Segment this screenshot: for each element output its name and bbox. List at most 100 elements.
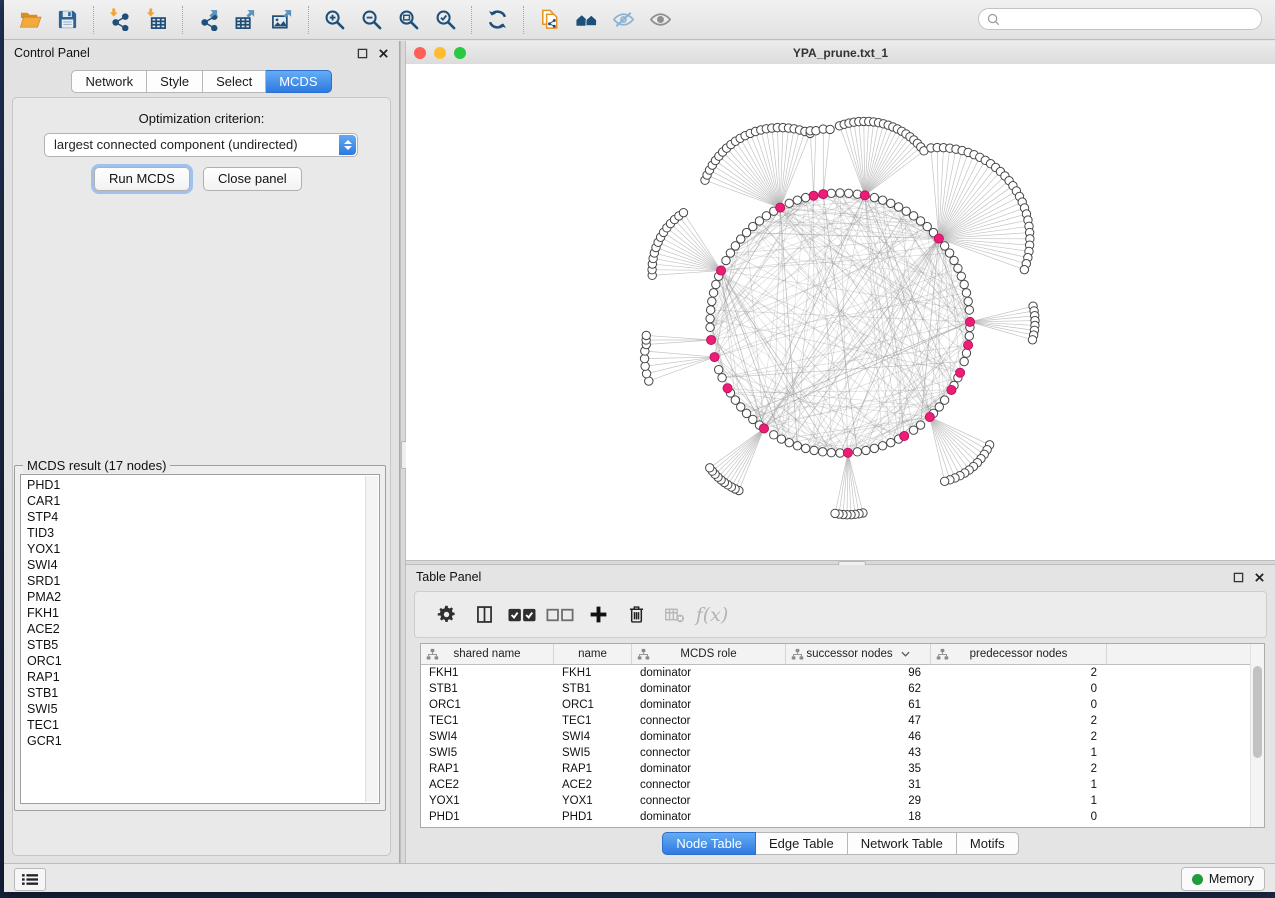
graph-node[interactable] bbox=[785, 199, 793, 207]
table-row[interactable]: ORC1ORC1dominator610 bbox=[421, 697, 1264, 713]
graph-node[interactable] bbox=[679, 208, 687, 216]
mcds-result-item[interactable]: RAP1 bbox=[21, 669, 365, 685]
graph-node[interactable] bbox=[641, 362, 649, 370]
table-scrollbar[interactable] bbox=[1250, 644, 1264, 827]
mcds-result-item[interactable]: CAR1 bbox=[21, 493, 365, 509]
graph-node[interactable] bbox=[962, 289, 970, 297]
graph-node[interactable] bbox=[708, 297, 716, 305]
zoom-out-button[interactable] bbox=[353, 4, 390, 36]
graph-node[interactable] bbox=[965, 332, 973, 340]
save-button[interactable] bbox=[49, 4, 86, 36]
graph-node[interactable] bbox=[960, 357, 968, 365]
graph-node-mcds[interactable] bbox=[934, 234, 943, 243]
table-row[interactable]: YOX1YOX1connector291 bbox=[421, 793, 1264, 809]
graph-node[interactable] bbox=[709, 289, 717, 297]
graph-node[interactable] bbox=[894, 203, 902, 211]
graph-node[interactable] bbox=[965, 306, 973, 314]
graph-node-mcds[interactable] bbox=[964, 341, 973, 350]
graph-node-mcds[interactable] bbox=[707, 335, 716, 344]
export-network-button[interactable] bbox=[190, 4, 227, 36]
graph-node[interactable] bbox=[810, 446, 818, 454]
graph-node[interactable] bbox=[827, 449, 835, 457]
mcds-result-item[interactable]: STB5 bbox=[21, 637, 365, 653]
mcds-result-item[interactable]: SWI5 bbox=[21, 701, 365, 717]
graph-node[interactable] bbox=[1020, 265, 1028, 273]
table-row[interactable]: RAP1RAP1dominator352 bbox=[421, 761, 1264, 777]
graph-node[interactable] bbox=[870, 444, 878, 452]
graph-node[interactable] bbox=[793, 196, 801, 204]
apply-layout-button[interactable] bbox=[479, 4, 516, 36]
graph-node[interactable] bbox=[960, 280, 968, 288]
mcds-result-item[interactable]: STB1 bbox=[21, 685, 365, 701]
column-header-shared-name[interactable]: shared name bbox=[421, 644, 554, 664]
export-image-button[interactable] bbox=[264, 4, 301, 36]
show-columns-button[interactable] bbox=[467, 600, 501, 630]
search-input[interactable] bbox=[1006, 9, 1261, 29]
mcds-result-item[interactable]: YOX1 bbox=[21, 541, 365, 557]
select-all-checkboxes-button[interactable] bbox=[505, 600, 539, 630]
settings-gear-button[interactable] bbox=[429, 600, 463, 630]
import-network-button[interactable] bbox=[101, 4, 138, 36]
graph-node[interactable] bbox=[762, 212, 770, 220]
graph-node-mcds[interactable] bbox=[843, 448, 852, 457]
column-header-predecessor-nodes[interactable]: predecessor nodes bbox=[931, 644, 1107, 664]
graph-node[interactable] bbox=[870, 193, 878, 201]
graph-node-mcds[interactable] bbox=[716, 266, 725, 275]
graph-node[interactable] bbox=[642, 331, 650, 339]
table-row[interactable]: PHD1PHD1dominator180 bbox=[421, 809, 1264, 825]
open-file-button[interactable] bbox=[12, 4, 49, 36]
graph-node[interactable] bbox=[887, 438, 895, 446]
mcds-list-scrollbar[interactable] bbox=[365, 476, 378, 802]
tab-node-table[interactable]: Node Table bbox=[662, 832, 756, 855]
mcds-result-item[interactable]: SWI4 bbox=[21, 557, 365, 573]
zoom-selected-button[interactable] bbox=[427, 4, 464, 36]
hide-selected-button[interactable] bbox=[605, 4, 642, 36]
graph-node-mcds[interactable] bbox=[925, 412, 934, 421]
table-row[interactable]: SWI5SWI5connector431 bbox=[421, 745, 1264, 761]
graph-node[interactable] bbox=[878, 196, 886, 204]
table-row[interactable]: ACE2ACE2connector311 bbox=[421, 777, 1264, 793]
graph-node[interactable] bbox=[950, 256, 958, 264]
memory-button[interactable]: Memory bbox=[1181, 867, 1265, 891]
graph-node[interactable] bbox=[962, 349, 970, 357]
graph-node-mcds[interactable] bbox=[965, 317, 974, 326]
graph-node[interactable] bbox=[785, 438, 793, 446]
graph-node[interactable] bbox=[940, 477, 948, 485]
graph-node[interactable] bbox=[957, 272, 965, 280]
mcds-result-item[interactable]: FKH1 bbox=[21, 605, 365, 621]
tab-network-table[interactable]: Network Table bbox=[848, 832, 957, 855]
table-row[interactable]: TEC1TEC1connector472 bbox=[421, 713, 1264, 729]
mcds-result-item[interactable]: ACE2 bbox=[21, 621, 365, 637]
graph-node[interactable] bbox=[1028, 336, 1036, 344]
graph-node[interactable] bbox=[844, 189, 852, 197]
float-panel-icon[interactable] bbox=[357, 48, 368, 59]
mcds-result-item[interactable]: SRD1 bbox=[21, 573, 365, 589]
table-row[interactable]: FKH1FKH1dominator962 bbox=[421, 665, 1264, 681]
tab-select[interactable]: Select bbox=[203, 70, 266, 93]
graph-node[interactable] bbox=[706, 323, 714, 331]
column-header-name[interactable]: name bbox=[554, 644, 632, 664]
add-column-button[interactable] bbox=[581, 600, 615, 630]
zoom-in-button[interactable] bbox=[316, 4, 353, 36]
graph-node[interactable] bbox=[836, 449, 844, 457]
graph-node[interactable] bbox=[945, 249, 953, 257]
tab-mcds[interactable]: MCDS bbox=[266, 70, 331, 93]
graph-node[interactable] bbox=[909, 426, 917, 434]
graph-node-mcds[interactable] bbox=[809, 191, 818, 200]
zoom-fit-button[interactable] bbox=[390, 4, 427, 36]
graph-node-mcds[interactable] bbox=[860, 191, 869, 200]
first-neighbors-button[interactable] bbox=[568, 4, 605, 36]
column-header-MCDS-role[interactable]: MCDS role bbox=[632, 644, 786, 664]
mcds-result-item[interactable]: TID3 bbox=[21, 525, 365, 541]
graph-node[interactable] bbox=[964, 297, 972, 305]
graph-node-mcds[interactable] bbox=[723, 384, 732, 393]
graph-node[interactable] bbox=[827, 189, 835, 197]
graph-node-mcds[interactable] bbox=[759, 424, 768, 433]
tab-motifs[interactable]: Motifs bbox=[957, 832, 1019, 855]
table-row[interactable]: SWI4SWI4dominator462 bbox=[421, 729, 1264, 745]
graph-node[interactable] bbox=[712, 280, 720, 288]
mcds-result-item[interactable]: PHD1 bbox=[21, 477, 365, 493]
graph-node-mcds[interactable] bbox=[819, 189, 828, 198]
network-canvas[interactable] bbox=[406, 64, 1275, 560]
graph-node-mcds[interactable] bbox=[710, 352, 719, 361]
